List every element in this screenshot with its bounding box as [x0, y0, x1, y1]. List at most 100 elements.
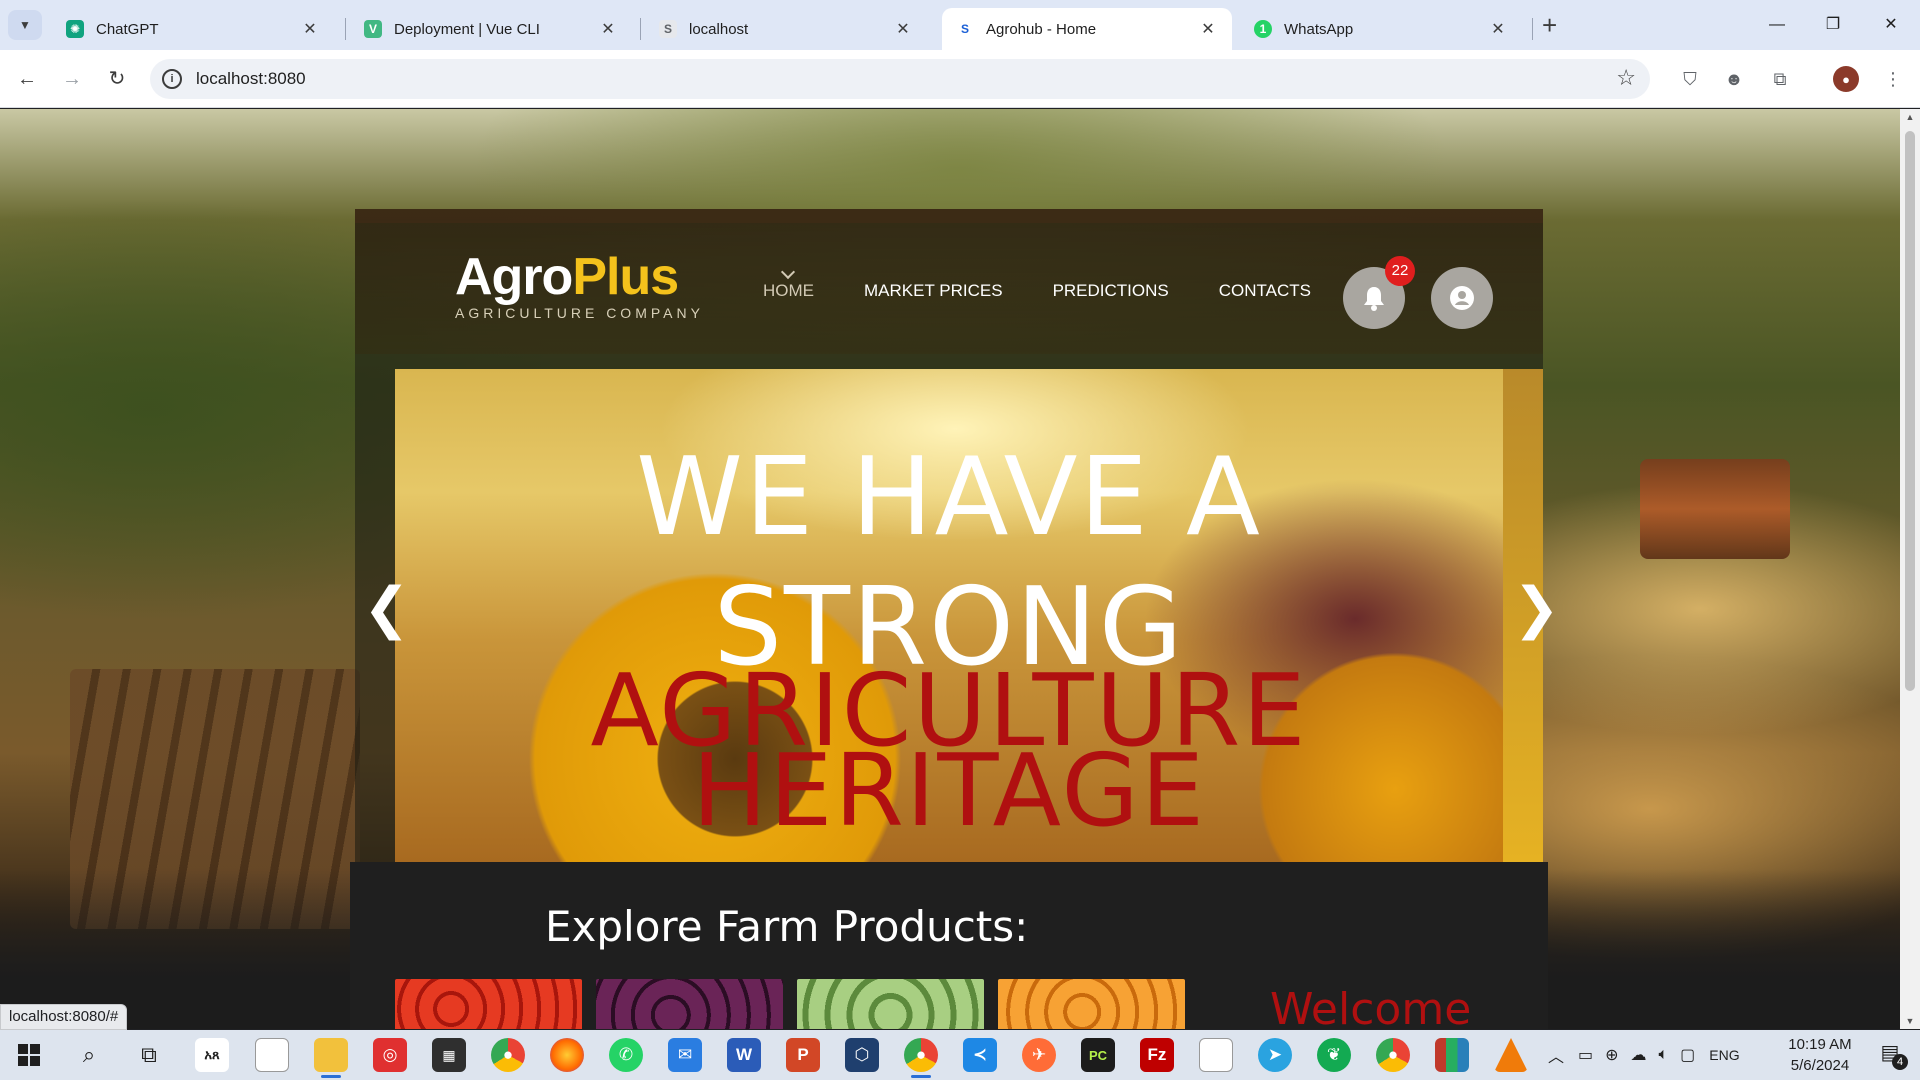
close-icon[interactable]: ✕ — [598, 19, 618, 39]
screen-recorder-icon[interactable]: ◎ — [373, 1038, 407, 1072]
tab-whatsapp[interactable]: 1 WhatsApp ✕ — [1240, 8, 1522, 50]
minimize-button[interactable]: — — [1754, 10, 1800, 40]
telegram-icon[interactable]: ➤ — [1258, 1038, 1292, 1072]
browser-toolbar: ← → ↻ i localhost:8080 ☆ ⛉ ☻ ⧉ ● ⋮ — [0, 50, 1920, 108]
status-bar-url: localhost:8080/# — [0, 1004, 128, 1030]
notepad-icon[interactable] — [255, 1038, 289, 1072]
notification-center-button[interactable]: ▤ 4 — [1870, 1040, 1910, 1070]
network-globe-icon[interactable]: ⊕ — [1605, 1045, 1618, 1065]
chrome-profile-icon[interactable]: ● — [1376, 1038, 1410, 1072]
logo-word-plus: Plus — [572, 248, 679, 306]
reload-button[interactable]: ↻ — [102, 64, 132, 94]
info-icon[interactable]: i — [162, 69, 182, 89]
clock-date: 5/6/2024 — [1790, 1057, 1850, 1074]
whatsapp-icon: 1 — [1254, 20, 1272, 38]
extension-avatar-icon[interactable]: ☻ — [1721, 66, 1747, 92]
close-icon[interactable]: ✕ — [1488, 19, 1508, 39]
vscode-icon[interactable]: ≺ — [963, 1038, 997, 1072]
mail-icon[interactable]: ✉ — [668, 1038, 702, 1072]
back-button[interactable]: ← — [12, 64, 42, 94]
chrome-icon[interactable]: ● — [491, 1038, 525, 1072]
pycharm-icon[interactable]: PC — [1081, 1038, 1115, 1072]
whatsapp-icon[interactable]: ✆ — [609, 1038, 643, 1072]
postman-icon[interactable]: ✈ — [1022, 1038, 1056, 1072]
carousel-prev-button[interactable]: ❮ — [363, 579, 410, 639]
battery-icon[interactable]: ▭ — [1578, 1045, 1593, 1065]
product-oranges[interactable] — [998, 979, 1185, 1029]
virtualbox-icon[interactable]: ⬡ — [845, 1038, 879, 1072]
word-icon[interactable]: W — [727, 1038, 761, 1072]
winrar-icon[interactable] — [1435, 1038, 1469, 1072]
start-icon[interactable] — [12, 1038, 46, 1072]
page-scrollbar[interactable]: ▲ ▼ — [1900, 109, 1920, 1029]
tab-agrohub-home[interactable]: S Agrohub - Home ✕ — [942, 8, 1232, 50]
tab-strip: ▼ ✺ ChatGPT ✕ V Deployment | Vue CLI ✕ S… — [0, 0, 1920, 50]
browser-menu-icon[interactable]: ⋮ — [1880, 66, 1906, 92]
nav-home[interactable]: HOME — [763, 281, 814, 301]
tab-localhost[interactable]: S localhost ✕ — [645, 8, 927, 50]
forward-button[interactable]: → — [57, 64, 87, 94]
chrome-active-icon[interactable]: ● — [904, 1038, 938, 1072]
chevron-up-icon[interactable]: ︿ — [1548, 1043, 1564, 1067]
tab-title: WhatsApp — [1284, 20, 1354, 38]
close-icon[interactable]: ✕ — [893, 19, 913, 39]
scroll-down-arrow[interactable]: ▼ — [1900, 1013, 1920, 1029]
nav-contacts[interactable]: CONTACTS — [1219, 281, 1311, 301]
search-icon[interactable]: ⌕ — [72, 1038, 106, 1072]
logo-word-agro: Agro — [455, 248, 573, 306]
logo-subtitle: AGRICULTURE COMPANY — [455, 305, 704, 321]
display-icon[interactable]: ▢ — [1680, 1045, 1695, 1065]
explore-heading: Explore Farm Products: — [545, 902, 1029, 951]
speaker-icon[interactable]: 🔈︎ — [1659, 1046, 1669, 1064]
file-icon[interactable] — [1199, 1038, 1233, 1072]
calculator-icon[interactable]: ▦ — [432, 1038, 466, 1072]
amharic-keyboard-icon[interactable]: አጸ — [195, 1038, 229, 1072]
clock-time: 10:19 AM — [1788, 1036, 1852, 1053]
page-viewport: AgroPlus AGRICULTURE COMPANY HOME MARKET… — [0, 109, 1900, 1029]
new-tab-button[interactable]: + — [1542, 11, 1557, 39]
close-icon[interactable]: ✕ — [300, 19, 320, 39]
address-bar[interactable]: i localhost:8080 ☆ — [150, 59, 1650, 99]
file-explorer-icon[interactable] — [314, 1038, 348, 1072]
active-indicator — [911, 1075, 931, 1078]
background-tractor — [1640, 459, 1790, 559]
tab-chatgpt[interactable]: ✺ ChatGPT ✕ — [52, 8, 334, 50]
language-indicator[interactable]: ENG — [1709, 1047, 1739, 1063]
slide-heading-line1: WE HAVE A — [636, 435, 1262, 560]
scroll-up-arrow[interactable]: ▲ — [1900, 109, 1920, 125]
logo-wordmark: AgroPlus — [455, 249, 704, 305]
tab-separator — [345, 18, 346, 40]
system-tray: ︿ ▭ ⊕ ☁ 🔈︎ ▢ ENG — [1548, 1030, 1740, 1080]
profile-avatar[interactable]: ● — [1833, 66, 1859, 92]
clock[interactable]: 10:19 AM 5/6/2024 — [1770, 1034, 1870, 1076]
restore-button[interactable]: ❐ — [1810, 10, 1856, 40]
mongodb-icon[interactable]: ❦ — [1317, 1038, 1351, 1072]
active-indicator — [321, 1075, 341, 1078]
product-eggplants[interactable] — [596, 979, 783, 1029]
nav-market-prices[interactable]: MARKET PRICES — [864, 281, 1003, 301]
shield-extension-icon[interactable]: ⛉ — [1677, 66, 1703, 92]
tab-vue-cli[interactable]: V Deployment | Vue CLI ✕ — [350, 8, 632, 50]
cloud-icon[interactable]: ☁ — [1631, 1045, 1647, 1065]
close-window-button[interactable]: ✕ — [1868, 10, 1914, 40]
carousel-next-button[interactable]: ❯ — [1513, 579, 1560, 639]
tab-search-button[interactable]: ▼ — [8, 10, 42, 40]
scroll-thumb[interactable] — [1905, 131, 1915, 691]
extensions-puzzle-icon[interactable]: ⧉ — [1767, 66, 1793, 92]
user-circle-icon — [1450, 286, 1474, 310]
products-section: Explore Farm Products: Welcome — [350, 862, 1548, 1029]
close-icon[interactable]: ✕ — [1198, 19, 1218, 39]
filezilla-icon[interactable]: Fz — [1140, 1038, 1174, 1072]
powerpoint-icon[interactable]: P — [786, 1038, 820, 1072]
bookmark-star-icon[interactable]: ☆ — [1616, 65, 1636, 91]
nav-predictions[interactable]: PREDICTIONS — [1053, 281, 1169, 301]
vlc-icon[interactable] — [1494, 1038, 1528, 1072]
product-tomatoes[interactable] — [395, 979, 582, 1029]
tab-separator — [1532, 18, 1533, 40]
product-cabbages[interactable] — [797, 979, 984, 1029]
url-text[interactable]: localhost:8080 — [196, 69, 306, 89]
firefox-icon[interactable] — [550, 1038, 584, 1072]
task-view-icon[interactable]: ⧉ — [132, 1038, 166, 1072]
site-logo[interactable]: AgroPlus AGRICULTURE COMPANY — [455, 249, 704, 321]
user-account-button[interactable] — [1431, 267, 1493, 329]
